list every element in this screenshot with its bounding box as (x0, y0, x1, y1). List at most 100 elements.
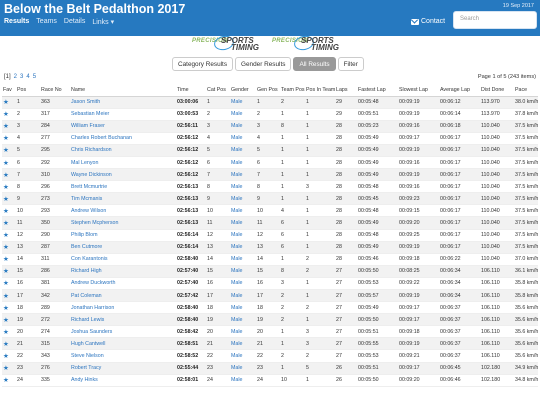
page-5-link[interactable]: 5 (33, 74, 36, 80)
favorite-star-icon[interactable]: ★ (2, 216, 16, 230)
gender-link[interactable]: Male (230, 325, 256, 339)
gender-link[interactable]: Male (230, 180, 256, 194)
favorite-star-icon[interactable]: ★ (2, 120, 16, 133)
column-header[interactable]: Pos (16, 84, 40, 97)
favorite-star-icon[interactable]: ★ (2, 229, 16, 242)
column-header[interactable]: Gen Pos (256, 84, 280, 97)
column-header[interactable]: Slowest Lap (398, 84, 439, 97)
gender-link[interactable]: Male (230, 374, 256, 387)
favorite-star-icon[interactable]: ★ (2, 337, 16, 351)
nav-details[interactable]: Details (64, 18, 85, 26)
favorite-star-icon[interactable]: ★ (2, 277, 16, 291)
column-header[interactable]: Laps (335, 84, 357, 97)
favorite-star-icon[interactable]: ★ (2, 289, 16, 303)
gender-link[interactable]: Male (230, 349, 256, 363)
rider-name-link[interactable]: Steve Nielson (70, 349, 176, 363)
gender-link[interactable]: Male (230, 168, 256, 182)
rider-name-link[interactable]: Philip Blom (70, 229, 176, 242)
category-results-button[interactable]: Category Results (172, 57, 234, 71)
rider-name-link[interactable]: Sebastian Meier (70, 108, 176, 121)
favorite-star-icon[interactable]: ★ (2, 325, 16, 339)
page-3-link[interactable]: 3 (20, 74, 23, 80)
rider-name-link[interactable]: Mal Lenyon (70, 156, 176, 170)
gender-link[interactable]: Male (230, 277, 256, 291)
contact-link[interactable]: Contact (411, 18, 445, 25)
column-header[interactable]: Time (176, 84, 206, 97)
rider-name-link[interactable]: Richard High (70, 265, 176, 278)
rider-name-link[interactable]: Robert Tracy (70, 362, 176, 375)
rider-name-link[interactable]: Pat Coleman (70, 289, 176, 303)
favorite-star-icon[interactable]: ★ (2, 96, 16, 109)
page-4-link[interactable]: 4 (26, 74, 29, 80)
column-header[interactable]: Name (70, 84, 176, 97)
column-header[interactable]: Fastest Lap (357, 84, 398, 97)
rider-name-link[interactable]: Brett Mcmurtrie (70, 180, 176, 194)
gender-link[interactable]: Male (230, 313, 256, 327)
gender-link[interactable]: Male (230, 301, 256, 315)
column-header[interactable]: Cat Pos (206, 84, 230, 97)
search-input[interactable]: Search (453, 11, 537, 29)
favorite-star-icon[interactable]: ★ (2, 168, 16, 182)
rider-name-link[interactable]: Ben Cutmore (70, 241, 176, 254)
favorite-star-icon[interactable]: ★ (2, 374, 16, 387)
all-results-button[interactable]: All Results (293, 57, 336, 71)
nav-results[interactable]: Results (4, 18, 29, 26)
column-header[interactable]: Pace (514, 84, 538, 97)
gender-link[interactable]: Male (230, 192, 256, 206)
column-header[interactable]: Race No (40, 84, 70, 97)
gender-link[interactable]: Male (230, 362, 256, 375)
favorite-star-icon[interactable]: ★ (2, 349, 16, 363)
rider-name-link[interactable]: Wayne Dickinson (70, 168, 176, 182)
rider-name-link[interactable]: Stephen Mcpherson (70, 216, 176, 230)
favorite-star-icon[interactable]: ★ (2, 241, 16, 254)
nav-teams[interactable]: Teams (36, 18, 57, 26)
rider-name-link[interactable]: Jonathan Harrison (70, 301, 176, 315)
column-header[interactable]: Pos In Team (305, 84, 335, 97)
page-2-link[interactable]: 2 (14, 74, 17, 80)
rider-name-link[interactable]: Charles Robert Buchanan (70, 132, 176, 145)
favorite-star-icon[interactable]: ★ (2, 156, 16, 170)
favorite-star-icon[interactable]: ★ (2, 265, 16, 278)
rider-name-link[interactable]: Con Karantonis (70, 253, 176, 266)
gender-link[interactable]: Male (230, 229, 256, 242)
gender-link[interactable]: Male (230, 156, 256, 170)
filter-button[interactable]: Filter (337, 57, 364, 71)
gender-link[interactable]: Male (230, 120, 256, 133)
gender-link[interactable]: Male (230, 144, 256, 157)
gender-link[interactable]: Male (230, 132, 256, 145)
rider-name-link[interactable]: Andrew Wilson (70, 204, 176, 218)
nav-links-dropdown[interactable]: Links ▾ (92, 18, 114, 26)
gender-link[interactable]: Male (230, 337, 256, 351)
column-header[interactable]: Average Lap (439, 84, 480, 97)
favorite-star-icon[interactable]: ★ (2, 108, 16, 121)
gender-link[interactable]: Male (230, 241, 256, 254)
column-header[interactable]: Fav (2, 84, 16, 97)
favorite-star-icon[interactable]: ★ (2, 132, 16, 145)
rider-name-link[interactable]: William Fraser (70, 120, 176, 133)
rider-name-link[interactable]: Richard Lewis (70, 313, 176, 327)
rider-name-link[interactable]: Andrew Duckworth (70, 277, 176, 291)
favorite-star-icon[interactable]: ★ (2, 180, 16, 194)
favorite-star-icon[interactable]: ★ (2, 192, 16, 206)
rider-name-link[interactable]: Hugh Cantwell (70, 337, 176, 351)
column-header[interactable]: Team Pos (280, 84, 305, 97)
rider-name-link[interactable]: Tim Mcmanis (70, 192, 176, 206)
favorite-star-icon[interactable]: ★ (2, 362, 16, 375)
favorite-star-icon[interactable]: ★ (2, 301, 16, 315)
gender-link[interactable]: Male (230, 216, 256, 230)
gender-link[interactable]: Male (230, 253, 256, 266)
favorite-star-icon[interactable]: ★ (2, 313, 16, 327)
gender-link[interactable]: Male (230, 289, 256, 303)
gender-link[interactable]: Male (230, 265, 256, 278)
gender-results-button[interactable]: Gender Results (235, 57, 292, 71)
column-header[interactable]: Dist Done (480, 84, 514, 97)
favorite-star-icon[interactable]: ★ (2, 144, 16, 157)
favorite-star-icon[interactable]: ★ (2, 204, 16, 218)
gender-link[interactable]: Male (230, 204, 256, 218)
rider-name-link[interactable]: Andy Hinks (70, 374, 176, 387)
column-header[interactable]: Gender (230, 84, 256, 97)
app-title[interactable]: Below the Belt Pedalthon 2017 (4, 2, 185, 16)
rider-name-link[interactable]: Joshua Saunders (70, 325, 176, 339)
rider-name-link[interactable]: Chris Richardson (70, 144, 176, 157)
rider-name-link[interactable]: Jason Smith (70, 96, 176, 109)
